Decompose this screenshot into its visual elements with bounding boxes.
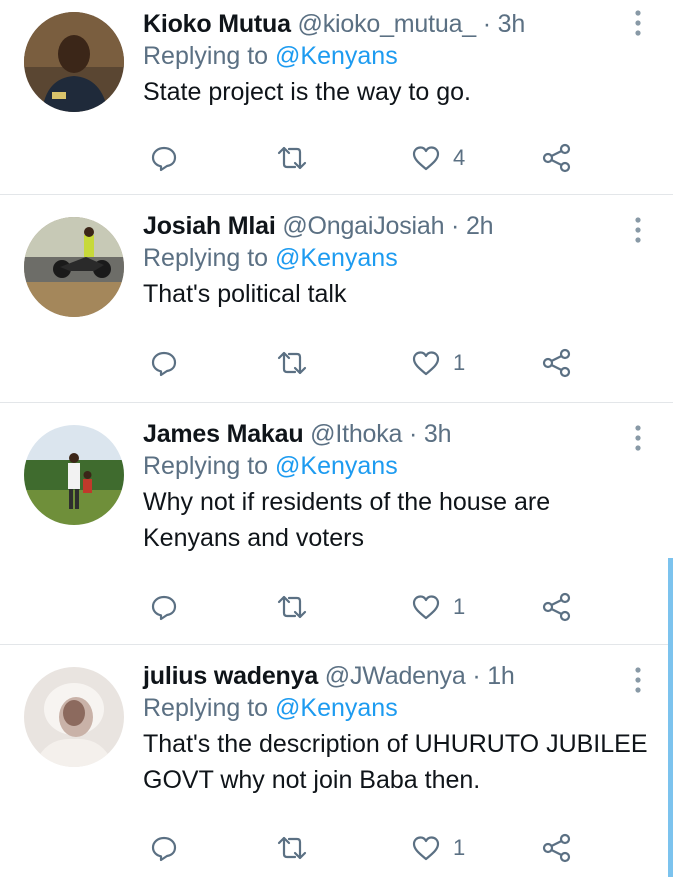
reply-icon xyxy=(151,351,177,377)
heart-icon xyxy=(412,836,440,861)
retweet-button[interactable] xyxy=(276,138,308,178)
mention-link[interactable]: @Kenyans xyxy=(275,42,398,70)
reply-button[interactable] xyxy=(150,138,178,178)
replying-prefix: Replying to xyxy=(143,244,276,272)
more-vertical-icon[interactable] xyxy=(631,423,645,453)
mention-link[interactable]: @Kenyans xyxy=(275,694,398,722)
share-icon xyxy=(542,348,571,378)
reply-feed: Kioko Mutua @kioko_mutua_ · 3h Replying … xyxy=(0,0,673,877)
timestamp[interactable]: 3h xyxy=(498,10,526,38)
tweet-actions: 1 xyxy=(143,343,583,383)
heart-icon xyxy=(412,595,440,620)
share-button[interactable] xyxy=(541,343,573,383)
more-vertical-icon[interactable] xyxy=(631,8,645,38)
like-count: 1 xyxy=(453,835,466,860)
like-count: 1 xyxy=(453,350,466,375)
like-count: 1 xyxy=(453,594,466,619)
avatar[interactable] xyxy=(24,425,124,525)
reply-button[interactable] xyxy=(150,587,178,627)
replying-prefix: Replying to xyxy=(143,694,276,722)
avatar[interactable] xyxy=(24,217,124,317)
separator-dot: · xyxy=(409,420,418,448)
author-name[interactable]: Kioko Mutua xyxy=(143,10,291,38)
tweet-text: Why not if residents of the house are Ke… xyxy=(143,488,551,552)
tweet[interactable]: julius wadenya @JWadenya · 1h Replying t… xyxy=(0,645,673,877)
retweet-button[interactable] xyxy=(276,587,308,627)
reply-icon xyxy=(151,146,177,172)
tweet[interactable]: James Makau @Ithoka · 3h Replying to @Ke… xyxy=(0,403,673,645)
separator-dot: · xyxy=(451,212,460,240)
retweet-icon xyxy=(277,146,307,170)
share-button[interactable] xyxy=(541,828,573,868)
replying-prefix: Replying to xyxy=(143,42,276,70)
tweet-text: State project is the way to go. xyxy=(143,78,471,106)
share-button[interactable] xyxy=(541,587,573,627)
author-handle[interactable]: @JWadenya xyxy=(325,662,466,690)
share-button[interactable] xyxy=(541,138,573,178)
share-icon xyxy=(542,833,571,863)
reply-icon xyxy=(151,595,177,621)
like-button[interactable]: 4 xyxy=(411,138,465,178)
share-icon xyxy=(542,592,571,622)
separator-dot: · xyxy=(482,10,491,38)
timestamp[interactable]: 1h xyxy=(487,662,515,690)
author-name[interactable]: julius wadenya xyxy=(143,662,318,690)
share-icon xyxy=(542,143,571,173)
tweet-text: That's political talk xyxy=(143,280,347,308)
author-handle[interactable]: @OngaiJosiah xyxy=(282,212,444,240)
retweet-button[interactable] xyxy=(276,828,308,868)
retweet-icon xyxy=(277,595,307,619)
heart-icon xyxy=(412,351,440,376)
author-name[interactable]: Josiah Mlai xyxy=(143,212,276,240)
more-vertical-icon[interactable] xyxy=(631,215,645,245)
replying-to: Replying to @Kenyans xyxy=(143,242,653,274)
tweet-header: julius wadenya @JWadenya · 1h xyxy=(143,660,653,692)
mention-link[interactable]: @Kenyans xyxy=(275,244,398,272)
retweet-icon xyxy=(277,351,307,375)
tweet-header: James Makau @Ithoka · 3h xyxy=(143,418,653,450)
avatar[interactable] xyxy=(24,12,124,112)
tweet-actions: 1 xyxy=(143,587,583,627)
like-count: 4 xyxy=(453,145,466,170)
replying-prefix: Replying to xyxy=(143,452,276,480)
reply-button[interactable] xyxy=(150,343,178,383)
reply-button[interactable] xyxy=(150,828,178,868)
replying-to: Replying to @Kenyans xyxy=(143,450,653,482)
timestamp[interactable]: 3h xyxy=(424,420,452,448)
like-button[interactable]: 1 xyxy=(411,343,465,383)
tweet-actions: 4 xyxy=(143,138,583,178)
timestamp[interactable]: 2h xyxy=(466,212,494,240)
avatar[interactable] xyxy=(24,667,124,767)
like-button[interactable]: 1 xyxy=(411,587,465,627)
author-name[interactable]: James Makau xyxy=(143,420,304,448)
tweet[interactable]: Josiah Mlai @OngaiJosiah · 2h Replying t… xyxy=(0,195,673,403)
reply-icon xyxy=(151,836,177,862)
mention-link[interactable]: @Kenyans xyxy=(275,452,398,480)
tweet-text: That's the description of UHURUTO JUBILE… xyxy=(143,730,648,794)
author-handle[interactable]: @kioko_mutua_ xyxy=(298,10,477,38)
heart-icon xyxy=(412,146,440,171)
retweet-icon xyxy=(277,836,307,860)
tweet-header: Josiah Mlai @OngaiJosiah · 2h xyxy=(143,210,653,242)
replying-to: Replying to @Kenyans xyxy=(143,40,653,72)
retweet-button[interactable] xyxy=(276,343,308,383)
more-vertical-icon[interactable] xyxy=(631,665,645,695)
tweet-header: Kioko Mutua @kioko_mutua_ · 3h xyxy=(143,8,653,40)
like-button[interactable]: 1 xyxy=(411,828,465,868)
tweet[interactable]: Kioko Mutua @kioko_mutua_ · 3h Replying … xyxy=(0,0,673,195)
tweet-actions: 1 xyxy=(143,828,583,868)
author-handle[interactable]: @Ithoka xyxy=(310,420,402,448)
separator-dot: · xyxy=(472,662,481,690)
replying-to: Replying to @Kenyans xyxy=(143,692,653,724)
scrollbar-thumb[interactable] xyxy=(668,558,673,877)
